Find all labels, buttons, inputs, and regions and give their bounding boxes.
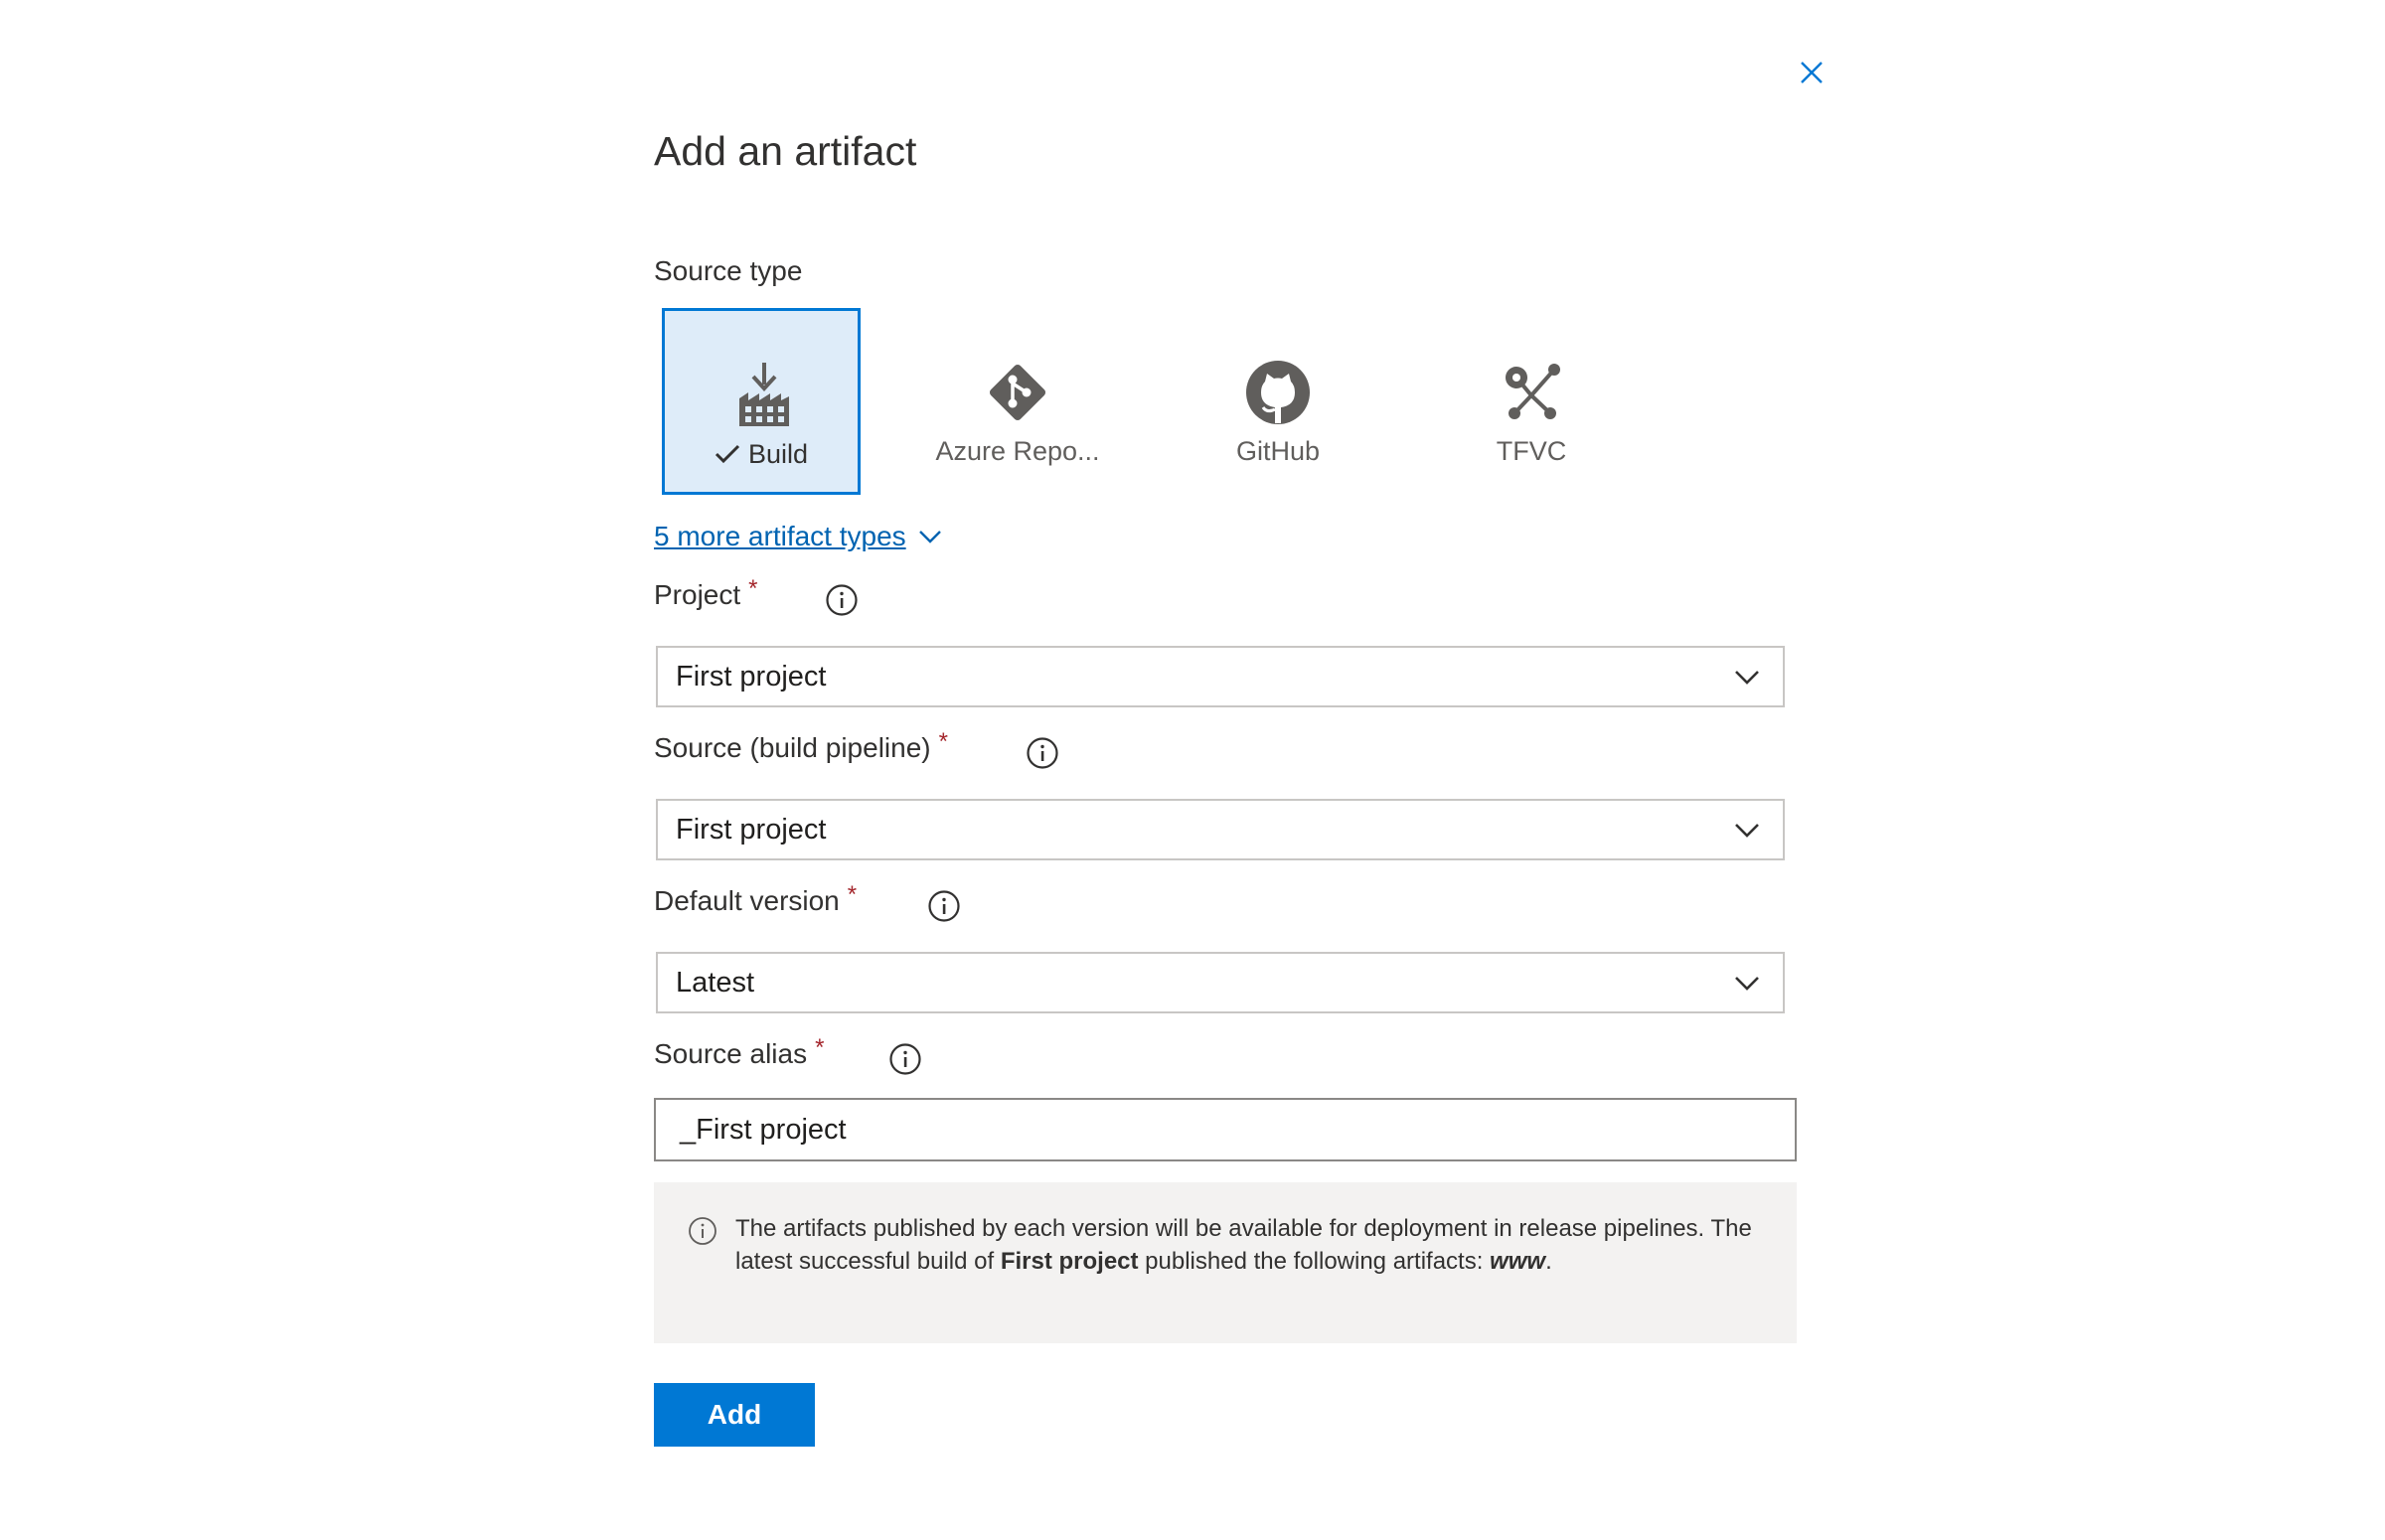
close-button[interactable] xyxy=(1797,58,1827,87)
checkmark-icon xyxy=(715,444,740,464)
source-type-tiles: Build Azure Repo... GitHub TFVC xyxy=(662,308,1755,497)
chevron-down-icon xyxy=(918,531,941,543)
source-label-text: Source (build pipeline) xyxy=(654,732,931,763)
close-icon xyxy=(1801,62,1823,83)
notice-text-2: published the following artifacts: xyxy=(1138,1248,1491,1275)
notice-text-3: . xyxy=(1545,1248,1552,1275)
source-alias-label-text: Source alias xyxy=(654,1038,808,1069)
source-type-tfvc[interactable]: TFVC xyxy=(1432,308,1631,495)
build-label-text: Build xyxy=(747,439,809,469)
source-alias-input-value: _First project xyxy=(680,1113,847,1146)
default-version-label: Default version * xyxy=(654,881,857,920)
project-info-icon[interactable] xyxy=(825,583,859,617)
source-pipeline-dropdown[interactable]: First project xyxy=(656,799,1785,860)
notice-artifact-name: www xyxy=(1490,1248,1546,1275)
chevron-down-icon xyxy=(1735,824,1759,838)
tfvc-icon xyxy=(1506,364,1560,419)
tfvc-label: TFVC xyxy=(1496,436,1567,466)
project-label: Project * xyxy=(654,575,758,614)
source-type-label-text: Source type xyxy=(654,255,803,286)
project-dropdown[interactable]: First project xyxy=(656,646,1785,707)
default-version-dropdown[interactable]: Latest xyxy=(656,952,1785,1013)
artifacts-info-notice: The artifacts published by each version … xyxy=(654,1182,1797,1343)
project-label-text: Project xyxy=(654,579,741,610)
build-icon xyxy=(739,363,789,426)
required-indicator: * xyxy=(847,881,858,908)
chevron-down-icon xyxy=(1735,977,1759,991)
source-type-build[interactable]: Build xyxy=(662,308,861,495)
source-alias-info-icon[interactable] xyxy=(888,1042,922,1076)
azure-repos-label: Azure Repo... xyxy=(935,436,1100,466)
required-indicator: * xyxy=(815,1034,825,1061)
source-label: Source (build pipeline) * xyxy=(654,728,948,767)
chevron-down-icon xyxy=(1735,671,1759,685)
source-type-label: Source type xyxy=(654,252,802,290)
default-version-info-icon[interactable] xyxy=(927,889,961,923)
source-pipeline-dropdown-value: First project xyxy=(676,813,827,846)
source-info-icon[interactable] xyxy=(1026,736,1059,770)
notice-project-name: First project xyxy=(1000,1248,1139,1275)
required-indicator: * xyxy=(748,575,758,602)
source-alias-label: Source alias * xyxy=(654,1034,824,1073)
source-type-build-label: Build xyxy=(665,436,858,472)
github-label: GitHub xyxy=(1235,436,1321,466)
azure-repos-icon xyxy=(989,364,1046,421)
source-type-azure-repos[interactable]: Azure Repo... xyxy=(918,308,1117,495)
github-icon xyxy=(1246,361,1310,424)
more-artifact-types-text: 5 more artifact types xyxy=(654,521,906,551)
add-button[interactable]: Add xyxy=(654,1383,815,1447)
required-indicator: * xyxy=(938,728,948,755)
project-dropdown-value: First project xyxy=(676,660,827,693)
info-icon xyxy=(689,1217,716,1245)
more-artifact-types-link[interactable]: 5 more artifact types xyxy=(654,517,942,556)
default-version-dropdown-value: Latest xyxy=(676,966,754,999)
default-version-label-text: Default version xyxy=(654,885,840,916)
source-type-github[interactable]: GitHub xyxy=(1179,308,1377,495)
source-alias-input[interactable]: _First project xyxy=(654,1098,1797,1161)
dialog-title: Add an artifact xyxy=(654,128,917,174)
